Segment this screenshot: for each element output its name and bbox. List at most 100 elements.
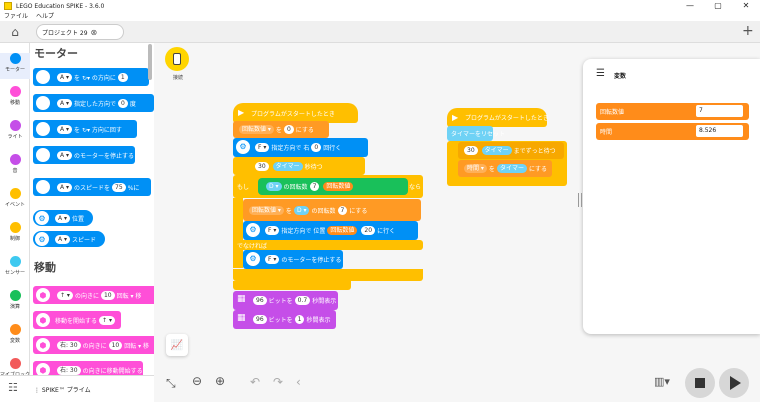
inner-motor-position-block[interactable]: ⚙ F ▾ 指定方向で 位置 回転数値 20 に行く <box>243 221 418 240</box>
category-dot-icon <box>9 120 21 131</box>
hub-connect-button[interactable] <box>165 47 189 71</box>
category-move[interactable]: 移動 <box>0 86 30 106</box>
palette-reporter-position[interactable]: ⚙ A ▾ 位置 <box>33 210 93 226</box>
move-heading: 移動 <box>34 261 56 274</box>
window-title: LEGO Education SPIKE - 3.6.0 <box>16 2 105 10</box>
hub-connect-label: 接続 <box>172 75 183 81</box>
extensions-icon[interactable]: ☷ <box>8 381 18 394</box>
variable-value: 7 <box>696 105 743 117</box>
undo-icon[interactable]: ↶ <box>250 375 260 389</box>
variable-row: 回転数値 7 <box>596 103 749 120</box>
collapse-icon[interactable]: ‹ <box>296 375 301 389</box>
palette-block-steer-start[interactable]: ⬢ 右: 30 の向きに移動開始する <box>33 361 143 375</box>
script1-wait-block[interactable]: 30 タイマー 秒待つ <box>233 157 365 175</box>
category-sound[interactable]: 音 <box>0 154 30 174</box>
motor-icon: ⚙ <box>246 252 260 266</box>
home-icon[interactable]: ⌂ <box>6 24 24 40</box>
minimize-button[interactable]: — <box>676 0 704 12</box>
palette-block-motor-speed[interactable]: ⚙ A ▾ のスピードを 75 %に <box>33 178 151 196</box>
motor-icon: ⚙ <box>35 232 49 246</box>
category-dot-icon <box>9 290 21 301</box>
motor-icon: ⚙ <box>236 140 250 154</box>
chart-icon[interactable]: 📈 <box>166 334 188 356</box>
category-control[interactable]: 制御 <box>0 222 30 242</box>
palette-block-motor-stop[interactable]: ⚙ A ▾ のモーターを停止する <box>33 146 135 164</box>
title-bar: LEGO Education SPIKE - 3.6.0 — ▢ ✕ <box>0 0 760 12</box>
variables-panel <box>583 59 760 334</box>
window-controls: — ▢ ✕ <box>676 0 760 12</box>
script2-set-time[interactable]: 時間 ▾ を タイマー にする <box>458 160 552 177</box>
add-tab-button[interactable]: + <box>742 23 754 39</box>
move-icon: ⬢ <box>36 313 50 327</box>
move-icon: ⬢ <box>36 338 50 352</box>
motor-icon: ⚙ <box>36 180 50 194</box>
category-dot-icon <box>9 324 21 335</box>
palette-block-steer-for[interactable]: ⬢ 右: 30 の向きに 10 回転 ▾ 移 <box>33 336 154 354</box>
category-motor[interactable]: モーター <box>0 53 30 79</box>
hub-type-label[interactable]: ⋮ SPIKE™ プライム <box>34 385 91 394</box>
variables-settings-icon[interactable]: ☰ <box>596 68 605 79</box>
move-icon: ⬢ <box>36 363 50 375</box>
motor-icon: ⚙ <box>36 70 50 84</box>
category-dot-icon <box>9 86 21 97</box>
stop-button[interactable] <box>685 368 715 398</box>
light-display-block-2[interactable]: ▦ 96 ビットを 1 秒間表示 <box>233 310 336 329</box>
variable-row: 時間 8.526 <box>596 123 749 140</box>
menu-bar: ファイル ヘルプ <box>0 12 760 21</box>
category-dot-icon <box>9 188 21 199</box>
script1-set-variable[interactable]: 回転数値 ▾ を 0 にする <box>233 121 329 138</box>
play-button[interactable] <box>719 368 749 398</box>
close-button[interactable]: ✕ <box>732 0 760 12</box>
category-variables[interactable]: 変数 <box>0 324 30 344</box>
if-block-footer <box>233 269 423 281</box>
palette-block-motor-start[interactable]: ⚙ A ▾ を ↻▾ 方向に回す <box>33 120 137 138</box>
stop-icon <box>695 378 705 388</box>
zoom-out-icon[interactable]: ⊖ <box>192 374 202 388</box>
category-light[interactable]: ライト <box>0 120 30 140</box>
category-dot-icon <box>9 256 21 267</box>
palette-reporter-speed[interactable]: ⚙ A ▾ スピード <box>33 231 105 247</box>
reset-timer-block[interactable]: タイマーをリセット <box>447 126 505 141</box>
script1-hat-block[interactable]: ▶ プログラムがスタートしたとき <box>233 103 358 123</box>
script2-hat-block[interactable]: ▶ プログラムがスタートしたとき <box>447 108 549 127</box>
category-dot-icon <box>9 222 21 233</box>
menu-help[interactable]: ヘルプ <box>36 12 54 21</box>
category-bar: モーター 移動 ライト 音 イベント 制御 センサー 演算 変数 マイブロック <box>0 43 30 378</box>
palette-block-move-for[interactable]: ⬢ ↑ ▾ の向きに 10 回転 ▾ 移 <box>33 286 154 304</box>
hub-mode-icon[interactable]: ▥▾ <box>654 375 670 388</box>
palette-scrollbar[interactable] <box>148 44 152 80</box>
motor-icon: ⚙ <box>36 148 50 162</box>
variable-value: 8.526 <box>696 125 743 137</box>
redo-icon[interactable]: ↷ <box>273 375 283 389</box>
category-events[interactable]: イベント <box>0 188 30 208</box>
fit-to-screen-icon[interactable]: ⤡ <box>166 376 176 391</box>
close-tab-icon[interactable]: ⊗ <box>91 28 98 37</box>
motor-icon: ⚙ <box>246 223 260 237</box>
script1-if-block[interactable]: もし D ▾ の回転数 7 回転数値 なら <box>233 175 423 198</box>
project-tab[interactable]: プロジェクト 29 ⊗ <box>36 24 124 40</box>
light-display-block-1[interactable]: ▦ 96 ビットを 0.7 秒間表示 <box>233 291 338 310</box>
script2-wait-block[interactable]: 30 タイマー までずっと待つ <box>458 142 564 159</box>
palette-block-move-start[interactable]: ⬢ 移動を開始する ↑ ▾ <box>33 311 121 329</box>
move-icon: ⬢ <box>36 288 50 302</box>
maximize-button[interactable]: ▢ <box>704 0 732 12</box>
motor-icon: ⚙ <box>35 211 49 225</box>
palette-block-motor-run[interactable]: ⚙ A ▾ を ↻▾ の方向に 1 <box>33 68 149 86</box>
panel-resize-handle[interactable] <box>578 193 582 207</box>
if-c-arm <box>233 198 243 268</box>
category-sensors[interactable]: センサー <box>0 256 30 276</box>
if-condition[interactable]: D ▾ の回転数 7 回転数値 <box>258 178 408 195</box>
category-operators[interactable]: 演算 <box>0 290 30 310</box>
zoom-in-icon[interactable]: ⊕ <box>215 374 225 388</box>
play-flag-icon: ▶ <box>238 108 245 117</box>
script1-motor-run-block[interactable]: ⚙ F ▾ 指定方向で 右 0 回行く <box>233 138 368 157</box>
palette-block-motor-position[interactable]: ⚙ A ▾ 指定した方向で 0 度 <box>33 94 154 112</box>
script1-loop-end <box>233 281 351 290</box>
light-matrix-icon: ▦ <box>237 313 246 323</box>
category-dot-icon <box>9 154 21 165</box>
inner-motor-stop-block[interactable]: ⚙ F ▾ のモーターを停止する <box>243 250 343 269</box>
play-icon <box>730 376 741 390</box>
inner-set-variable[interactable]: 回転数値 ▾ を D ▾ の回転数 7 にする <box>243 199 421 221</box>
menu-file[interactable]: ファイル <box>4 12 28 21</box>
motor-heading: モーター <box>34 47 78 60</box>
